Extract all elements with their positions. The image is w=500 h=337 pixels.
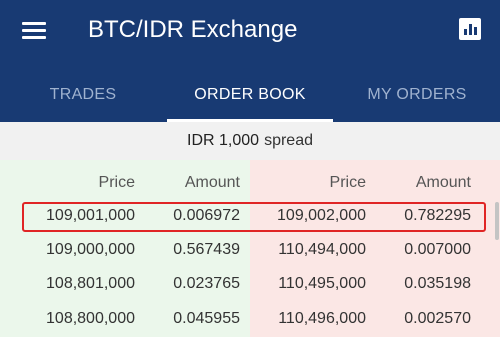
scrollbar[interactable] bbox=[495, 202, 499, 240]
bid-amount-cell[interactable]: 0.567439 bbox=[173, 240, 240, 260]
tab-trades[interactable]: TRADES bbox=[0, 68, 166, 122]
app-title: BTC/IDR Exchange bbox=[88, 16, 298, 43]
bid-price-header: Price bbox=[98, 174, 135, 191]
spread-value: IDR 1,000 bbox=[187, 132, 260, 149]
ask-price-header: Price bbox=[329, 174, 366, 191]
ask-amount-cell[interactable]: 0.035198 bbox=[404, 274, 471, 294]
ask-amount-header: Amount bbox=[415, 174, 471, 191]
bid-price-cell[interactable]: 109,000,000 bbox=[46, 240, 135, 260]
bid-price-cell[interactable]: 108,801,000 bbox=[46, 274, 135, 294]
bid-amount-header: Amount bbox=[184, 174, 240, 191]
ask-price-cell[interactable]: 110,494,000 bbox=[278, 240, 366, 260]
ask-price-cell[interactable]: 110,495,000 bbox=[278, 274, 366, 294]
app-bar: BTC/IDR Exchange TRADES ORDER BOOK MY OR… bbox=[0, 0, 500, 122]
tab-my-orders[interactable]: MY ORDERS bbox=[334, 68, 500, 122]
hamburger-menu-icon[interactable] bbox=[22, 20, 46, 40]
tab-order-book[interactable]: ORDER BOOK bbox=[167, 68, 333, 122]
ask-amount-cell[interactable]: 0.002570 bbox=[404, 309, 471, 329]
bar-chart-icon[interactable] bbox=[459, 18, 481, 40]
highlighted-row-outline bbox=[22, 202, 486, 232]
spread-label: spread bbox=[264, 132, 313, 149]
spread-bar: IDR 1,000 spread bbox=[0, 122, 500, 160]
bid-amount-cell[interactable]: 0.023765 bbox=[173, 274, 240, 294]
ask-price-cell[interactable]: 110,496,000 bbox=[278, 309, 366, 329]
bid-amount-cell[interactable]: 0.045955 bbox=[173, 309, 240, 329]
bid-price-cell[interactable]: 108,800,000 bbox=[46, 309, 135, 329]
ask-amount-cell[interactable]: 0.007000 bbox=[404, 240, 471, 260]
